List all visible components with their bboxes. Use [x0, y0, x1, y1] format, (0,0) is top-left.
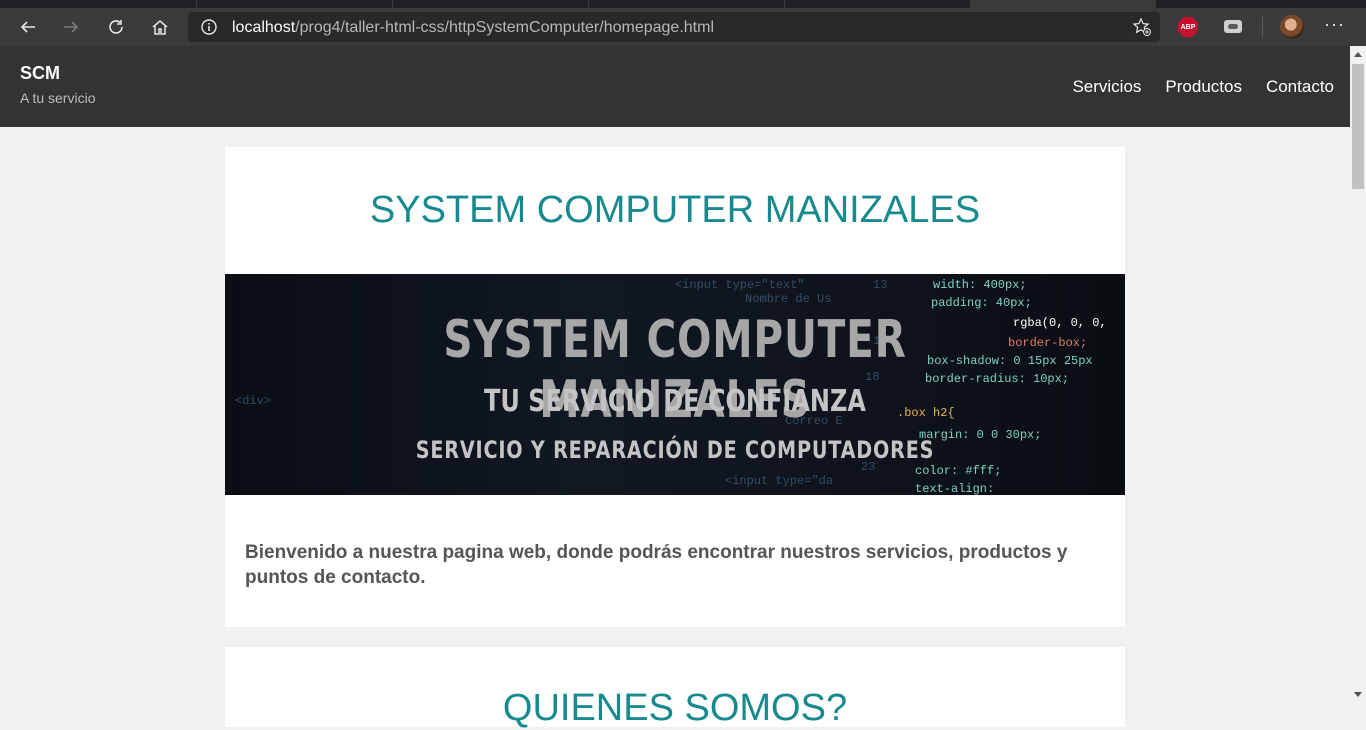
- site-header: SCM A tu servicio Servicios Productos Co…: [0, 46, 1350, 127]
- banner-code-decoration: <input type="text": [675, 278, 805, 292]
- adblock-extension-button[interactable]: ABP: [1178, 17, 1198, 37]
- more-options-icon[interactable]: ···: [1324, 14, 1345, 35]
- profile-avatar[interactable]: [1280, 15, 1304, 39]
- home-button[interactable]: [145, 12, 175, 42]
- info-icon[interactable]: [200, 18, 218, 36]
- scroll-down-icon[interactable]: [1354, 692, 1362, 697]
- about-card: QUIENES SOMOS?: [225, 647, 1125, 729]
- banner-code-decoration: width: 400px;: [933, 278, 1027, 292]
- url-host: localhost: [232, 19, 296, 36]
- main-nav: Servicios Productos Contacto: [1072, 77, 1334, 97]
- brand-tagline: A tu servicio: [20, 90, 96, 106]
- banner-code-decoration: rgba(0, 0, 0,: [1013, 316, 1107, 330]
- banner-tagline: SERVICIO Y REPARACIÓN DE COMPUTADORES: [415, 436, 935, 464]
- toolbar-divider: [1262, 17, 1263, 37]
- arrow-right-icon: [64, 21, 79, 33]
- tab-strip: [0, 0, 1366, 8]
- scrollbar-thumb[interactable]: [1352, 64, 1364, 189]
- reload-button[interactable]: [101, 12, 131, 42]
- back-button[interactable]: [13, 12, 43, 42]
- nav-link-contacto[interactable]: Contacto: [1266, 77, 1334, 97]
- banner-code-decoration: <div>: [235, 394, 272, 408]
- banner-code-decoration: 13: [873, 278, 888, 292]
- forward-button[interactable]: [56, 12, 86, 42]
- add-favorite-icon[interactable]: [1132, 17, 1152, 37]
- nav-link-servicios[interactable]: Servicios: [1072, 77, 1141, 97]
- scroll-up-icon[interactable]: [1354, 52, 1362, 57]
- welcome-text: Bienvenido a nuestra pagina web, donde p…: [245, 542, 1068, 588]
- banner-code-decoration: color: #fff;: [915, 464, 1002, 478]
- home-icon: [152, 20, 168, 35]
- browser-tab[interactable]: [784, 0, 971, 8]
- url-path: /prog4/taller-html-css/httpSystemCompute…: [295, 19, 714, 36]
- address-bar[interactable]: localhost/prog4/taller-html-css/httpSyst…: [188, 12, 1160, 42]
- page-scrollbar[interactable]: [1350, 46, 1366, 701]
- intro-card: SYSTEM COMPUTER MANIZALES <input type="t…: [225, 147, 1125, 627]
- browser-tab[interactable]: [588, 0, 785, 8]
- page-title: SYSTEM COMPUTER MANIZALES: [369, 189, 981, 231]
- banner-code-decoration: text-align:: [915, 482, 995, 495]
- banner-subtitle: TU SERVICIO DE CONFIANZA: [484, 384, 866, 419]
- url-text[interactable]: localhost/prog4/taller-html-css/httpSyst…: [232, 19, 714, 37]
- reload-icon: [109, 20, 123, 34]
- browser-tab-active[interactable]: [970, 0, 1156, 8]
- browser-tab[interactable]: [196, 0, 393, 8]
- banner-image: <input type="text" Nombre de Us <div> Co…: [225, 274, 1125, 495]
- section-title-about: QUIENES SOMOS?: [502, 687, 848, 729]
- brand-name[interactable]: SCM: [20, 63, 60, 84]
- browser-toolbar: localhost/prog4/taller-html-css/httpSyst…: [0, 8, 1366, 46]
- nav-link-productos[interactable]: Productos: [1165, 77, 1242, 97]
- browser-tab[interactable]: [0, 0, 197, 8]
- extension-icon[interactable]: [1224, 20, 1242, 33]
- arrow-left-icon: [20, 21, 35, 33]
- banner-code-decoration: Nombre de Us: [745, 292, 832, 306]
- browser-tab[interactable]: [392, 0, 589, 8]
- banner-code-decoration: <input type="da: [725, 474, 834, 488]
- banner-code-decoration: padding: 40px;: [931, 296, 1032, 310]
